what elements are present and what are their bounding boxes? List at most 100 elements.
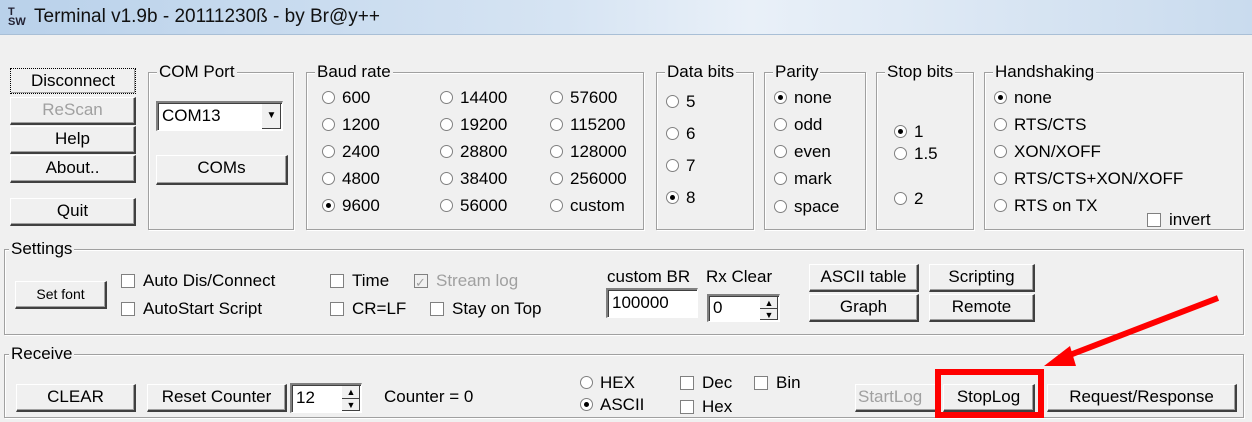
- baud-radio-circle[interactable]: [440, 118, 453, 131]
- baud-radio-circle[interactable]: [322, 118, 335, 131]
- stay-on-top-box[interactable]: [430, 302, 444, 316]
- data-bits-radio-5[interactable]: 5: [666, 91, 695, 113]
- time-checkbox[interactable]: Time: [330, 270, 389, 292]
- baud-radio-9600[interactable]: 9600: [322, 195, 380, 217]
- counter-spinner[interactable]: 12 ▲ ▼: [290, 383, 362, 413]
- autostart-script-box[interactable]: [121, 302, 135, 316]
- baud-radio-circle[interactable]: [550, 172, 563, 185]
- stop-bits-radio-circle[interactable]: [894, 147, 907, 160]
- parity-radio-circle[interactable]: [774, 172, 787, 185]
- baud-radio-circle[interactable]: [322, 172, 335, 185]
- baud-radio-circle[interactable]: [550, 118, 563, 131]
- handshaking-radio-rts-cts[interactable]: RTS/CTS: [994, 114, 1086, 136]
- auto-dis-connect-box[interactable]: [121, 274, 135, 288]
- baud-radio-19200[interactable]: 19200: [440, 114, 507, 136]
- hex-checkbox[interactable]: Hex: [680, 396, 732, 418]
- baud-radio-circle[interactable]: [440, 145, 453, 158]
- parity-radio-circle[interactable]: [774, 91, 787, 104]
- baud-radio-1200[interactable]: 1200: [322, 114, 380, 136]
- spin-arrows-icon[interactable]: ▲ ▼: [760, 297, 778, 320]
- handshaking-radio-circle[interactable]: [994, 145, 1007, 158]
- help-button[interactable]: Help: [10, 126, 136, 154]
- request-response-button[interactable]: Request/Response: [1047, 384, 1237, 412]
- quit-button[interactable]: Quit: [10, 198, 136, 226]
- hex-checkbox-box[interactable]: [680, 400, 694, 414]
- data-bits-radio-7[interactable]: 7: [666, 155, 695, 177]
- parity-radio-mark[interactable]: mark: [774, 168, 832, 190]
- scripting-button[interactable]: Scripting: [929, 264, 1035, 292]
- handshaking-radio-circle[interactable]: [994, 199, 1007, 212]
- hex-radio-circle[interactable]: [580, 376, 593, 389]
- baud-radio-128000[interactable]: 128000: [550, 141, 627, 163]
- baud-radio-circle[interactable]: [440, 199, 453, 212]
- parity-radio-circle[interactable]: [774, 145, 787, 158]
- stop-bits-radio-1[interactable]: 1: [894, 121, 923, 143]
- baud-radio-circle[interactable]: [440, 91, 453, 104]
- handshaking-radio-none[interactable]: none: [994, 87, 1052, 109]
- data-bits-radio-8[interactable]: 8: [666, 187, 695, 209]
- remote-button[interactable]: Remote: [929, 294, 1035, 322]
- invert-checkbox-box[interactable]: [1147, 213, 1161, 227]
- parity-radio-even[interactable]: even: [774, 141, 831, 163]
- stop-bits-radio-circle[interactable]: [894, 192, 907, 205]
- parity-radio-circle[interactable]: [774, 118, 787, 131]
- baud-radio-circle[interactable]: [440, 172, 453, 185]
- cr-lf-box[interactable]: [330, 302, 344, 316]
- ascii-radio[interactable]: ASCII: [580, 394, 644, 416]
- baud-radio-256000[interactable]: 256000: [550, 168, 627, 190]
- handshaking-radio-rts-cts-xon-xoff[interactable]: RTS/CTS+XON/XOFF: [994, 168, 1183, 190]
- stop-bits-radio-circle[interactable]: [894, 125, 907, 138]
- hex-radio[interactable]: HEX: [580, 372, 635, 394]
- data-bits-radio-circle[interactable]: [666, 191, 679, 204]
- bin-checkbox-box[interactable]: [754, 376, 768, 390]
- baud-radio-circle[interactable]: [322, 91, 335, 104]
- baud-radio-14400[interactable]: 14400: [440, 87, 507, 109]
- parity-radio-odd[interactable]: odd: [774, 114, 822, 136]
- handshaking-radio-circle[interactable]: [994, 91, 1007, 104]
- parity-radio-none[interactable]: none: [774, 87, 832, 109]
- dec-checkbox[interactable]: Dec: [680, 372, 732, 394]
- stop-bits-radio-2[interactable]: 2: [894, 188, 923, 210]
- baud-radio-115200[interactable]: 115200: [550, 114, 625, 136]
- clear-button[interactable]: CLEAR: [16, 384, 136, 412]
- invert-checkbox[interactable]: invert: [1147, 209, 1211, 231]
- baud-radio-600[interactable]: 600: [322, 87, 370, 109]
- ascii-table-button[interactable]: ASCII table: [809, 264, 919, 292]
- data-bits-radio-6[interactable]: 6: [666, 123, 695, 145]
- baud-radio-28800[interactable]: 28800: [440, 141, 507, 163]
- data-bits-radio-circle[interactable]: [666, 159, 679, 172]
- bin-checkbox[interactable]: Bin: [754, 372, 801, 394]
- auto-dis-connect-checkbox[interactable]: Auto Dis/Connect: [121, 270, 275, 292]
- baud-radio-circle[interactable]: [550, 199, 563, 212]
- baud-radio-56000[interactable]: 56000: [440, 195, 507, 217]
- data-bits-radio-circle[interactable]: [666, 127, 679, 140]
- handshaking-radio-circle[interactable]: [994, 172, 1007, 185]
- about-button[interactable]: About..: [10, 155, 136, 183]
- parity-radio-space[interactable]: space: [774, 196, 839, 218]
- chevron-down-icon[interactable]: ▼: [261, 104, 281, 129]
- baud-radio-circle[interactable]: [550, 91, 563, 104]
- baud-radio-custom[interactable]: custom: [550, 195, 625, 217]
- baud-radio-circle[interactable]: [550, 145, 563, 158]
- baud-radio-circle[interactable]: [322, 145, 335, 158]
- com-port-select[interactable]: COM13 ▼: [156, 101, 283, 131]
- rx-clear-spinner[interactable]: 0 ▲ ▼: [707, 294, 780, 322]
- set-font-button[interactable]: Set font: [15, 281, 107, 309]
- baud-radio-38400[interactable]: 38400: [440, 168, 507, 190]
- time-box[interactable]: [330, 274, 344, 288]
- cr-lf-checkbox[interactable]: CR=LF: [330, 298, 406, 320]
- stay-on-top-checkbox[interactable]: Stay on Top: [430, 298, 541, 320]
- custom-br-input[interactable]: 100000: [606, 288, 698, 318]
- handshaking-radio-circle[interactable]: [994, 118, 1007, 131]
- coms-button[interactable]: COMs: [156, 155, 288, 185]
- graph-button[interactable]: Graph: [809, 294, 919, 322]
- handshaking-radio-xon-xoff[interactable]: XON/XOFF: [994, 141, 1101, 163]
- disconnect-button[interactable]: Disconnect: [10, 68, 136, 94]
- stop-bits-radio-1-5[interactable]: 1.5: [894, 143, 938, 165]
- parity-radio-circle[interactable]: [774, 200, 787, 213]
- spin-arrows-icon[interactable]: ▲ ▼: [342, 386, 360, 411]
- baud-radio-circle[interactable]: [322, 199, 335, 212]
- dec-checkbox-box[interactable]: [680, 376, 694, 390]
- data-bits-radio-circle[interactable]: [666, 95, 679, 108]
- autostart-script-checkbox[interactable]: AutoStart Script: [121, 298, 262, 320]
